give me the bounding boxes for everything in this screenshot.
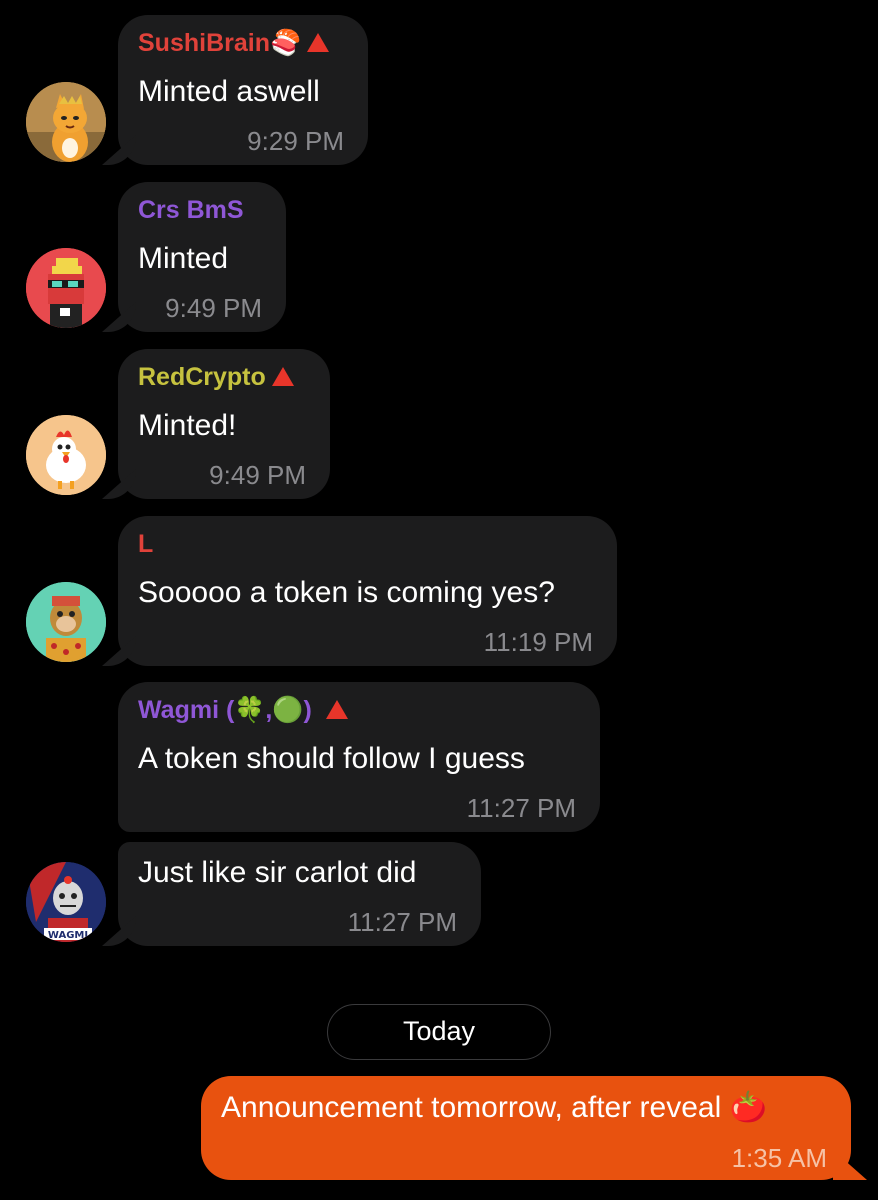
message-text: A token should follow I guess bbox=[138, 742, 525, 775]
message-bubble[interactable]: L Sooooo a token is coming yes? 11:19 PM bbox=[118, 516, 617, 666]
chicken-avatar[interactable] bbox=[26, 415, 106, 495]
cat-avatar[interactable] bbox=[26, 82, 106, 162]
sender-name[interactable]: Crs BmS bbox=[138, 196, 244, 225]
message-bubble[interactable]: Crs BmS Minted 9:49 PM bbox=[118, 182, 286, 332]
message-time: 9:29 PM bbox=[247, 126, 344, 156]
message-time: 11:27 PM bbox=[347, 907, 457, 937]
sushi-emoji: 🍣 bbox=[269, 29, 302, 57]
message-text: Minted bbox=[138, 242, 229, 275]
clover-green-circle-emojis: 🍀,🟢 bbox=[234, 696, 304, 724]
avatar-label: WAGMI bbox=[48, 930, 88, 941]
sender-name[interactable]: Wagmi (🍀,🟢) bbox=[138, 696, 348, 725]
red-triangle-icon bbox=[307, 33, 330, 52]
message-text: Sooooo a token is coming yes? bbox=[138, 576, 555, 609]
date-separator: Today bbox=[327, 1004, 551, 1060]
clown-avatar[interactable]: WAGMI bbox=[26, 862, 106, 942]
message-bubble[interactable]: Just like sir carlot did 11:27 PM bbox=[118, 842, 481, 946]
ape-avatar[interactable] bbox=[26, 582, 106, 662]
sender-name[interactable]: RedCrypto bbox=[138, 363, 294, 392]
red-triangle-icon bbox=[325, 700, 348, 719]
message-time: 11:27 PM bbox=[466, 793, 576, 823]
message-time: 11:19 PM bbox=[483, 627, 593, 657]
message-text: Announcement tomorrow, after reveal 🍅 bbox=[221, 1091, 767, 1124]
message-time: 9:49 PM bbox=[209, 460, 306, 490]
message-time: 1:35 AM bbox=[731, 1143, 827, 1173]
message-text: Minted aswell bbox=[138, 75, 320, 108]
sender-name[interactable]: SushiBrain🍣 bbox=[138, 29, 330, 58]
message-bubble[interactable]: RedCrypto Minted! 9:49 PM bbox=[118, 349, 330, 499]
message-text: Just like sir carlot did bbox=[138, 856, 417, 889]
pixel-punk-avatar[interactable] bbox=[26, 248, 106, 328]
outgoing-message-bubble[interactable]: Announcement tomorrow, after reveal 🍅 1:… bbox=[201, 1076, 851, 1180]
sender-name[interactable]: L bbox=[138, 530, 153, 559]
tomato-emoji: 🍅 bbox=[729, 1091, 767, 1124]
message-bubble[interactable]: Wagmi (🍀,🟢) A token should follow I gues… bbox=[118, 682, 600, 832]
message-time: 9:49 PM bbox=[165, 293, 262, 323]
message-text: Minted! bbox=[138, 409, 237, 442]
red-triangle-icon bbox=[271, 367, 294, 386]
message-bubble[interactable]: SushiBrain🍣 Minted aswell 9:29 PM bbox=[118, 15, 368, 165]
chat-screen: SushiBrain🍣 Minted aswell 9:29 PM Crs Bm… bbox=[0, 0, 878, 1200]
